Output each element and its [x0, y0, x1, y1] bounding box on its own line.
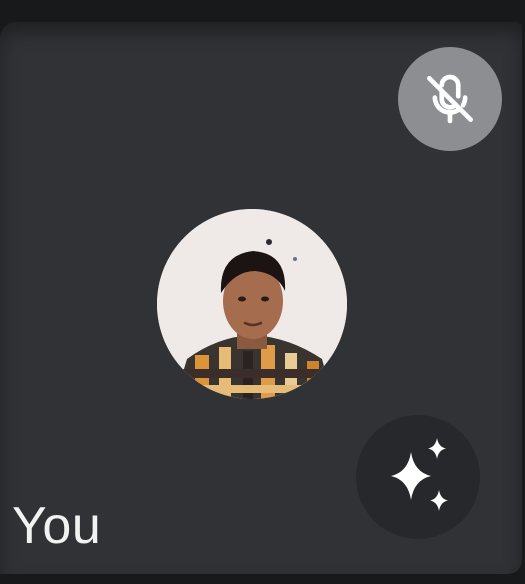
participant-name: You	[12, 497, 102, 555]
participant-tile[interactable]: You	[0, 22, 522, 574]
avatar	[157, 209, 347, 399]
sparkle-effects-icon	[391, 438, 448, 511]
microphone-off-icon	[427, 74, 473, 124]
visual-effects-button[interactable]	[356, 415, 480, 539]
video-call-stage: You	[0, 0, 525, 584]
mic-muted-indicator	[398, 47, 502, 151]
profile-photo	[157, 209, 347, 399]
